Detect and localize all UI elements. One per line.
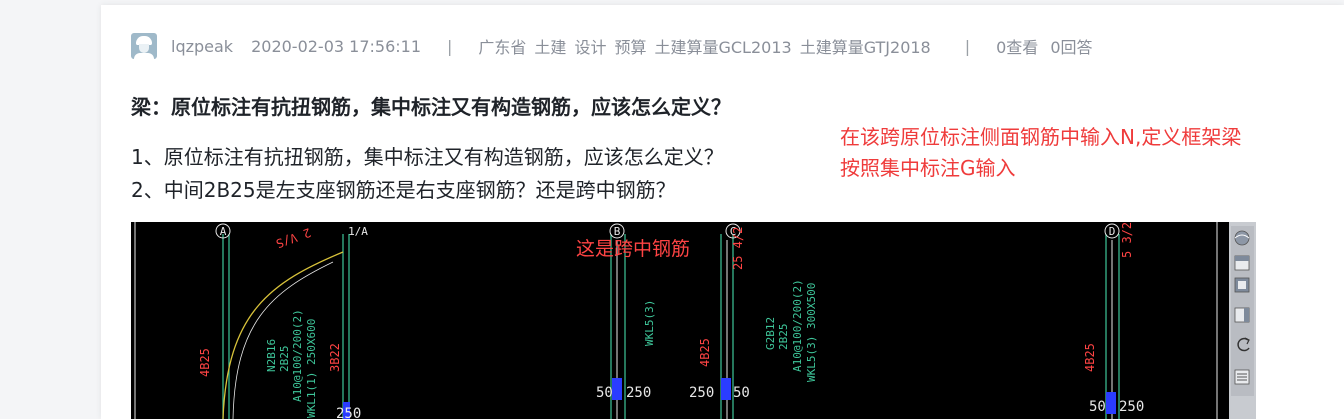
answer-annotation-line-2: 按照集中标注G输入 (840, 156, 1016, 180)
dimension-label: 250 (689, 385, 714, 401)
tag[interactable]: 土建算量GCL2013 (654, 34, 791, 58)
beam-label: G2B12 (764, 317, 777, 350)
avatar[interactable] (131, 33, 157, 59)
tag[interactable]: 设计 (574, 34, 606, 58)
axis-label: 1/A (348, 225, 368, 238)
box-top-icon[interactable] (1234, 255, 1250, 271)
post-title: 梁：原位标注有抗扭钢筋，集中标注又有构造钢筋，应该怎么定义？ (131, 95, 731, 119)
dimension-label: 250 (626, 385, 651, 401)
view-count: 0查看 (996, 38, 1039, 57)
dimension-label: 50 (733, 385, 750, 401)
tag[interactable]: 广东省 (478, 34, 526, 58)
dimension-label: 250 (336, 406, 361, 419)
rebar-label: 4B25 (698, 338, 712, 367)
box-front-icon[interactable] (1234, 277, 1250, 293)
dimension-label: 50 (596, 385, 613, 401)
user-name[interactable]: lqzpeak (171, 37, 233, 56)
axis-label: D (1109, 225, 1116, 238)
meta-separator: | (964, 36, 971, 56)
beam-label: WKL5(3) (643, 300, 656, 346)
beam-label: 2B25 (777, 324, 790, 351)
beam-label: WKL5(3) 300X500 (805, 283, 818, 382)
question-line-2: 2、中间2B25是左支座钢筋还是右支座钢筋？还是跨中钢筋？ (131, 178, 676, 202)
box-side-icon[interactable] (1234, 307, 1250, 323)
beam-label: WKL1(1) 250X600 (305, 319, 318, 418)
beam-label: A10@100/200(2) (291, 309, 304, 402)
avatar-face (139, 44, 149, 53)
avatar-shoulders (134, 53, 154, 59)
answer-count: 0回答 (1050, 38, 1093, 57)
axis-label: A (220, 225, 227, 238)
beam-label: N2B16 (265, 339, 278, 372)
rebar-label: 5 3/2 (1120, 222, 1134, 258)
answer-annotation-line-1: 在该跨原位标注侧面钢筋中输入N,定义框架梁 (840, 125, 1242, 149)
tag[interactable]: 预算 (614, 34, 646, 58)
layers-icon[interactable] (1234, 369, 1250, 385)
rebar-label: 3B22 (328, 343, 342, 372)
post-date: 2020-02-03 17:56:11 (251, 36, 422, 56)
dimension-label: 250 (1119, 399, 1144, 415)
orbit-icon[interactable] (1234, 230, 1250, 246)
cad-annotation: 这是跨中钢筋 (576, 238, 690, 260)
post-meta: lqzpeak 2020-02-03 17:56:11 | 广东省 土建 设计 … (131, 32, 1105, 60)
tag[interactable]: 土建 (534, 34, 566, 58)
beam-label: 2B25 (278, 346, 291, 373)
rebar-label: 4B25 (198, 348, 212, 377)
rebar-label: 25 4/2 (731, 227, 745, 270)
axis-label: B (614, 225, 621, 238)
cad-drawing[interactable]: A 1/A B C D 这是跨中钢筋 4B25 3B22 4B25 4B25 2… (131, 222, 1256, 419)
dimension-label: 50 (1089, 399, 1106, 415)
question-line-1: 1、原位标注有抗扭钢筋，集中标注又有构造钢筋，应该怎么定义？ (131, 145, 724, 169)
meta-separator: | (447, 36, 453, 56)
tag[interactable]: 土建算量GTJ2018 (800, 34, 931, 58)
beam-label: A10@100/200(2) (791, 279, 804, 372)
rebar-label: 4B25 (1083, 343, 1097, 372)
cad-view-toolbar (1229, 222, 1256, 419)
tag-list: 广东省 土建 设计 预算 土建算量GCL2013 土建算量GTJ2018 (478, 34, 938, 58)
